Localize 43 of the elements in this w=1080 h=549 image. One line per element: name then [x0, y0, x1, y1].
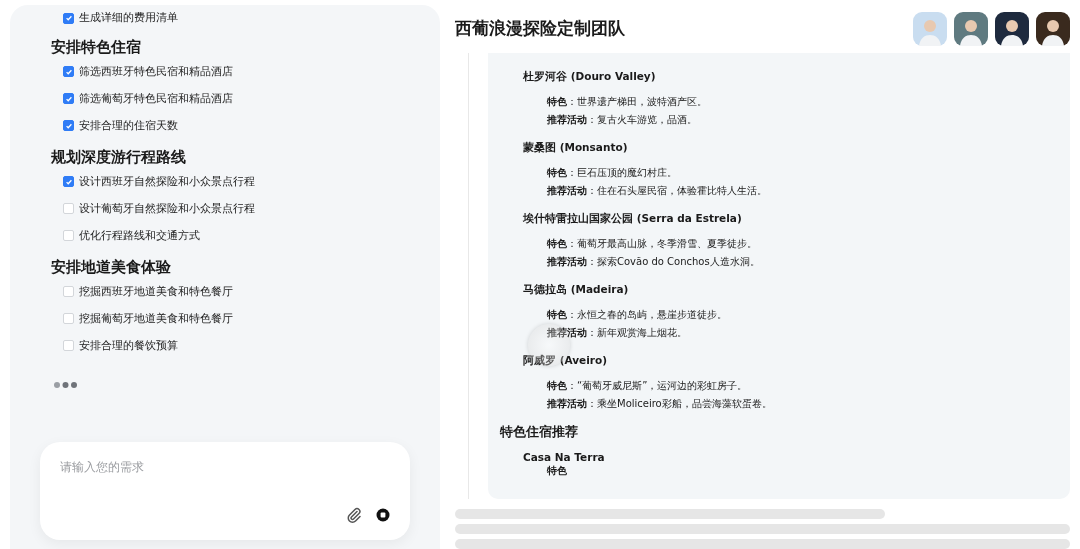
task-label: 优化行程路线和交通方式 — [79, 228, 200, 243]
task-label: 筛选西班牙特色民宿和精品酒店 — [79, 64, 233, 79]
place-name: 马德拉岛 (Madeira) — [523, 281, 630, 297]
task-label: 安排合理的餐饮预算 — [79, 338, 178, 353]
feature-text: 特色：葡萄牙最高山脉，冬季滑雪、夏季徒步。 — [546, 236, 758, 251]
task-label: 挖掘葡萄牙地道美食和特色餐厅 — [79, 311, 233, 326]
avatar[interactable] — [995, 11, 1029, 46]
checkbox[interactable] — [63, 176, 74, 187]
feature-text: 特色：世界遗产梯田，波特酒产区。 — [546, 94, 708, 109]
activity-text: 推荐活动：新年观赏海上烟花。 — [546, 325, 688, 340]
activity-text: 推荐活动：住在石头屋民宿，体验霍比特人生活。 — [546, 183, 768, 198]
attachment-icon[interactable] — [346, 507, 362, 523]
team-title: 西葡浪漫探险定制团队 — [455, 17, 625, 41]
stop-icon[interactable] — [376, 508, 390, 522]
task-label: 生成详细的费用清单 — [79, 11, 178, 25]
activity-text: 推荐活动：探索Covão do Conchos人造水洞。 — [546, 254, 761, 269]
typing-indicator-icon — [53, 381, 79, 389]
section-heading: 特色住宿推荐 — [500, 422, 579, 441]
feature-text: 特色：巨石压顶的魔幻村庄。 — [546, 165, 678, 180]
checkbox[interactable] — [63, 12, 74, 24]
activity-text: 推荐活动：复古火车游览，品酒。 — [546, 112, 698, 127]
section-heading: 安排特色住宿 — [51, 38, 142, 57]
activity-text: 推荐活动：乘坐Moliceiro彩船，品尝海藻软蛋卷。 — [546, 396, 773, 411]
message-input[interactable]: 请输入您的需求 — [60, 460, 380, 480]
place-name: 蒙桑图 (Monsanto) — [523, 139, 629, 155]
task-label: 设计西班牙自然探险和小众景点行程 — [79, 174, 255, 189]
task-label: 安排合理的住宿天数 — [79, 118, 178, 133]
task-label: 筛选葡萄牙特色民宿和精品酒店 — [79, 91, 233, 106]
section-heading: 安排地道美食体验 — [51, 258, 172, 277]
section-heading: 规划深度游行程路线 — [51, 148, 187, 167]
feature-text: 特色：永恒之春的岛屿，悬崖步道徒步。 — [546, 307, 728, 322]
feature-label: 特色 — [546, 463, 568, 478]
checkbox[interactable] — [63, 93, 74, 104]
feature-text: 特色：“葡萄牙威尼斯”，运河边的彩虹房子。 — [546, 378, 749, 393]
place-name: Casa Na Terra — [523, 449, 606, 464]
place-name: 阿威罗 (Aveiro) — [523, 352, 608, 368]
avatar[interactable] — [1036, 11, 1070, 46]
checkbox[interactable] — [63, 66, 74, 77]
checkbox[interactable] — [63, 120, 74, 131]
task-label: 设计葡萄牙自然探险和小众景点行程 — [79, 201, 255, 216]
place-name: 埃什特雷拉山国家公园 (Serra da Estrela) — [523, 210, 743, 226]
place-name: 杜罗河谷 (Douro Valley) — [523, 68, 657, 84]
task-label: 挖掘西班牙地道美食和特色餐厅 — [79, 284, 233, 299]
